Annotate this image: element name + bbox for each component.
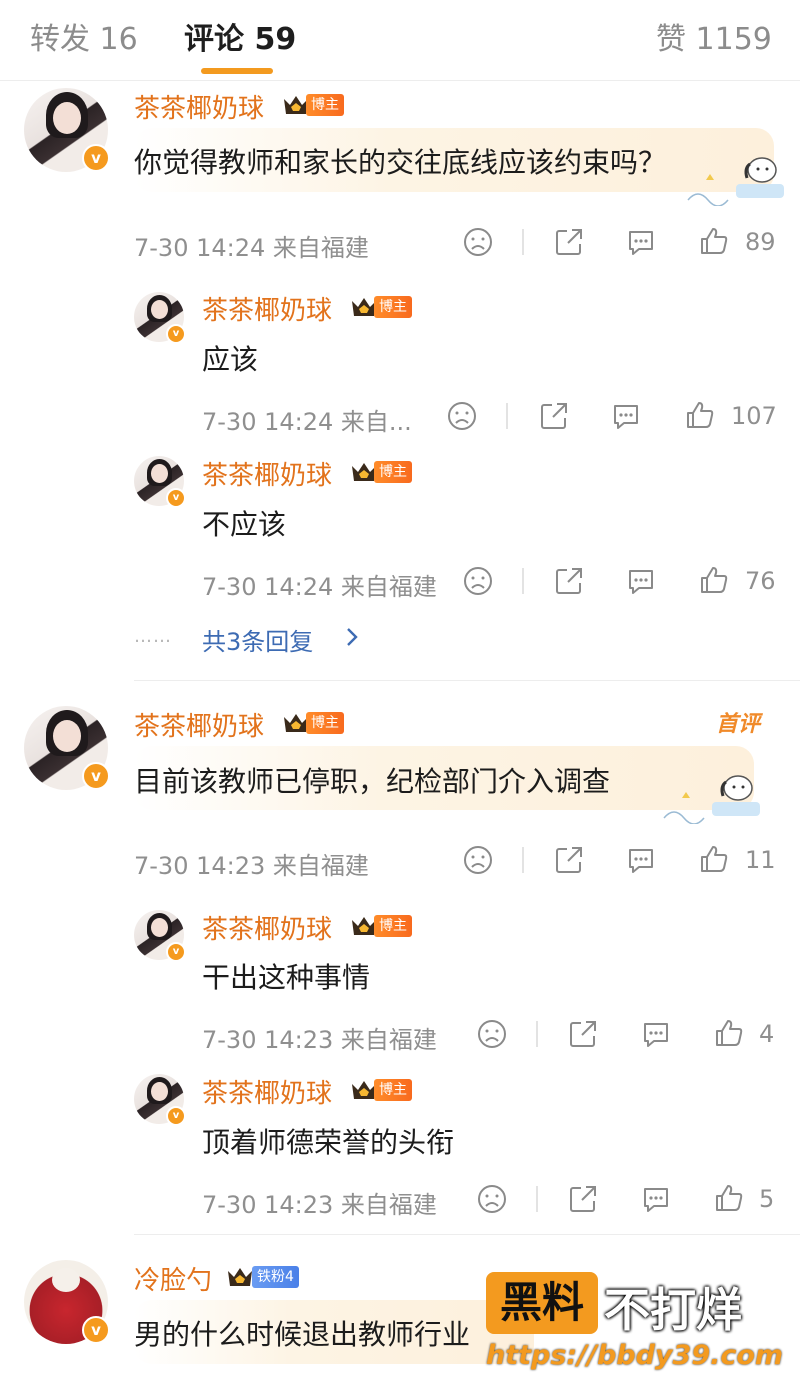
verified-v-icon: v	[166, 1106, 186, 1126]
comment-text[interactable]: 男的什么时候退出教师行业	[134, 1313, 470, 1353]
separator	[522, 229, 524, 255]
frown-icon[interactable]	[462, 844, 494, 876]
separator	[536, 1186, 538, 1212]
avatar[interactable]: v	[134, 456, 186, 508]
frown-icon[interactable]	[462, 226, 494, 258]
like-count: 107	[731, 402, 777, 430]
separator	[522, 568, 524, 594]
share-icon[interactable]	[538, 400, 570, 432]
avatar[interactable]: v	[24, 88, 110, 172]
avatar[interactable]: v	[24, 706, 110, 790]
comment-tabs: 转发 16 评论 59 赞 1159	[0, 0, 800, 81]
blogger-tag: 博主	[374, 1079, 412, 1101]
username[interactable]: 茶茶椰奶球	[134, 706, 264, 743]
comment-icon[interactable]	[640, 1183, 672, 1215]
verified-v-icon: v	[166, 942, 186, 962]
username[interactable]: 茶茶椰奶球	[202, 909, 332, 946]
username[interactable]: 茶茶椰奶球	[202, 455, 332, 492]
comment-icon[interactable]	[640, 1018, 672, 1050]
crown-icon	[228, 1268, 252, 1286]
tab-likes[interactable]: 赞 1159	[656, 14, 772, 58]
separator	[522, 847, 524, 873]
frown-icon[interactable]	[476, 1018, 508, 1050]
comment-icon[interactable]	[610, 400, 642, 432]
verified-v-icon: v	[166, 324, 186, 344]
thumbs-up-icon[interactable]	[698, 843, 730, 875]
chevron-right-icon[interactable]	[344, 626, 360, 648]
frown-icon[interactable]	[476, 1183, 508, 1215]
share-icon[interactable]	[553, 844, 585, 876]
verified-v-icon: v	[82, 144, 110, 172]
comment-icon[interactable]	[625, 844, 657, 876]
avatar[interactable]: v	[134, 910, 186, 962]
comment-meta: 7-30 14:24 来自福建	[134, 234, 369, 262]
blogger-tag: 博主	[306, 712, 344, 734]
comment-text[interactable]: 你觉得教师和家长的交往底线应该约束吗？	[134, 141, 666, 181]
fan-level-tag: 铁粉4	[252, 1266, 299, 1288]
reply-meta: 7-30 14:24 来自福建	[202, 573, 437, 601]
username[interactable]: 冷脸勺	[134, 1260, 212, 1297]
username[interactable]: 茶茶椰奶球	[134, 88, 264, 125]
comment-divider	[134, 1234, 800, 1235]
comment-icon[interactable]	[625, 565, 657, 597]
separator	[506, 403, 508, 429]
like-count: 76	[745, 567, 776, 595]
comment-icon[interactable]	[625, 226, 657, 258]
tab-comments[interactable]: 评论 59	[184, 14, 296, 58]
reply-meta: 7-30 14:23 来自福建	[202, 1191, 437, 1219]
share-icon[interactable]	[553, 565, 585, 597]
reply-text[interactable]: 干出这种事情	[202, 956, 370, 996]
avatar[interactable]: v	[134, 292, 186, 344]
avatar[interactable]: v	[24, 1260, 110, 1344]
tab-active-indicator	[201, 68, 273, 74]
username[interactable]: 茶茶椰奶球	[202, 1073, 332, 1110]
verified-v-icon: v	[82, 762, 110, 790]
thumbs-up-icon[interactable]	[698, 225, 730, 257]
view-all-replies-link[interactable]: 共3条回复	[202, 622, 313, 657]
frown-icon[interactable]	[446, 400, 478, 432]
share-icon[interactable]	[567, 1018, 599, 1050]
blogger-tag: 博主	[374, 915, 412, 937]
pochacco-sticker-icon	[663, 775, 760, 824]
watermark-text: 不打烊	[604, 1283, 742, 1337]
comment-text[interactable]: 目前该教师已停职，纪检部门介入调查	[134, 760, 610, 800]
frown-icon[interactable]	[462, 565, 494, 597]
tab-repost[interactable]: 转发 16	[30, 14, 138, 58]
first-comment-badge: 首评	[716, 712, 761, 737]
thumbs-up-icon[interactable]	[698, 564, 730, 596]
comment-meta: 7-30 14:23 来自福建	[134, 852, 369, 880]
pochacco-sticker-icon	[687, 157, 784, 206]
reply-text[interactable]: 顶着师德荣誉的头衔	[202, 1121, 454, 1161]
blogger-tag: 博主	[306, 94, 344, 116]
like-count: 4	[759, 1020, 775, 1048]
blogger-tag: 博主	[374, 296, 412, 318]
verified-v-icon: v	[166, 488, 186, 508]
share-icon[interactable]	[567, 1183, 599, 1215]
watermark-box: 黑料	[486, 1272, 598, 1334]
blogger-tag: 博主	[374, 461, 412, 483]
more-dots: ……	[134, 626, 172, 647]
comment-divider	[134, 680, 800, 681]
separator	[536, 1021, 538, 1047]
username[interactable]: 茶茶椰奶球	[202, 290, 332, 327]
reply-meta: 7-30 14:23 来自福建	[202, 1026, 437, 1054]
share-icon[interactable]	[553, 226, 585, 258]
watermark: 黑料 不打烊 https://bbdy39.com	[486, 1272, 786, 1384]
watermark-url: https://bbdy39.com	[486, 1340, 784, 1371]
like-count: 89	[745, 228, 776, 256]
like-count: 11	[745, 846, 776, 874]
reply-meta: 7-30 14:24 来自...	[202, 408, 412, 436]
reply-text[interactable]: 应该	[202, 338, 258, 378]
verified-v-icon: v	[82, 1316, 110, 1344]
avatar[interactable]: v	[134, 1074, 186, 1126]
thumbs-up-icon[interactable]	[713, 1017, 745, 1049]
reply-text[interactable]: 不应该	[202, 503, 286, 543]
thumbs-up-icon[interactable]	[684, 399, 716, 431]
thumbs-up-icon[interactable]	[713, 1182, 745, 1214]
like-count: 5	[759, 1185, 775, 1213]
